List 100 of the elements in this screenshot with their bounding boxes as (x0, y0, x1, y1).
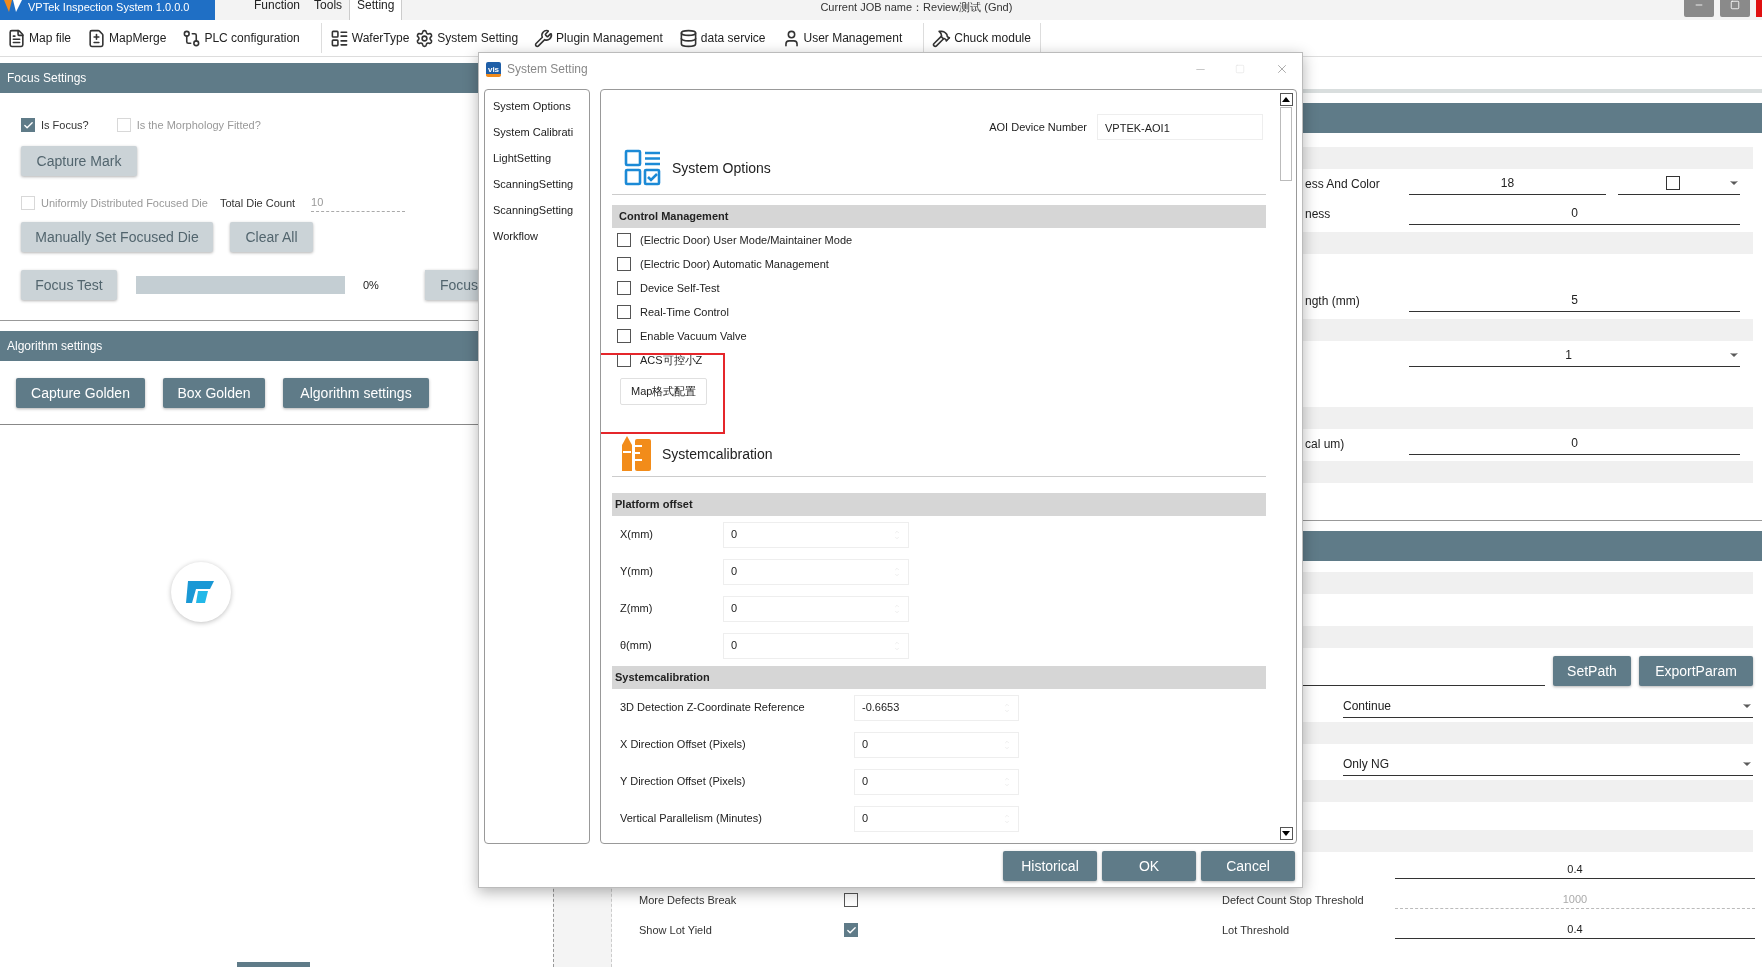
group-header: Systemcalibration (612, 666, 1266, 689)
input-field[interactable]: 18 (1409, 174, 1606, 195)
checkbox[interactable] (617, 281, 631, 295)
list-icon (329, 28, 349, 48)
button[interactable]: OK (1102, 851, 1196, 881)
checkbox-label: Uniformly Distributed Focused Die (41, 195, 208, 211)
scrollbar[interactable] (1278, 90, 1294, 843)
checkbox[interactable] (617, 329, 631, 343)
scroll-up-icon[interactable] (1279, 93, 1293, 106)
maximize-button[interactable] (1720, 0, 1750, 17)
field-label: θ(mm) (620, 638, 653, 654)
button[interactable]: Historical (1003, 851, 1097, 881)
scroll-thumb[interactable] (1280, 107, 1292, 181)
dropdown[interactable]: Continue (1343, 697, 1753, 718)
checkbox-label: Is the Morphology Fitted? (136, 117, 261, 133)
field-label: ngth (mm) (1305, 294, 1360, 308)
ruler-pencil-icon (620, 435, 652, 473)
logo-icon (4, 0, 22, 12)
checkbox[interactable] (21, 118, 35, 132)
input-field[interactable]: 0.4 (1395, 861, 1755, 879)
checkbox[interactable] (617, 305, 631, 319)
checklist-icon (624, 149, 662, 187)
field-label: AOI Device Number (989, 119, 1087, 135)
field-label: 3D Detection Z-Coordinate Reference (620, 700, 806, 716)
hammer-icon (932, 28, 952, 48)
nav-item[interactable]: ScanningSetting (493, 200, 589, 220)
field-label: ess And Color (1305, 177, 1380, 191)
number-field[interactable]: 0 (723, 595, 909, 622)
branch-icon (182, 28, 202, 48)
color-dropdown[interactable] (1618, 174, 1740, 195)
number-field[interactable]: 0 (854, 768, 1019, 795)
toolbar-button[interactable]: Plugin Management (531, 23, 666, 53)
nav-item[interactable]: System Options (493, 96, 589, 116)
checkbox-label: More Defects Break (639, 892, 738, 908)
app-badge: vis (486, 61, 501, 77)
input-field[interactable]: 0 (1409, 434, 1740, 455)
menu-item[interactable]: Function (247, 0, 308, 20)
minimize-button[interactable] (1684, 0, 1714, 17)
menu-item[interactable]: Setting (349, 0, 403, 20)
checkbox[interactable] (617, 257, 631, 271)
checkbox[interactable] (844, 923, 858, 937)
checkbox-label: (Electric Door) User Mode/Maintainer Mode (640, 232, 853, 248)
number-field[interactable]: 0 (723, 632, 909, 659)
nav-item[interactable]: LightSetting (493, 148, 589, 168)
close-icon[interactable] (1275, 62, 1289, 76)
tools-icon (534, 28, 554, 48)
toolbar-button[interactable]: MapMerge (84, 23, 170, 53)
checkbox-label: Real-Time Control (640, 304, 729, 320)
field-label: Vertical Parallelism (Minutes) (620, 811, 763, 827)
toolbar-button[interactable]: WaferType (320, 23, 413, 53)
group-header: Control Management (612, 205, 1266, 228)
checkbox[interactable] (617, 233, 631, 247)
toolbar-button[interactable]: User Management (778, 23, 906, 53)
menu-item[interactable]: Tools (307, 0, 350, 20)
button[interactable]: Box Golden (163, 378, 265, 408)
field-label: X Direction Offset (Pixels) (620, 737, 747, 753)
input-field[interactable]: VPTEK-AOI1 (1097, 114, 1263, 140)
field-label: Total Die Count (219, 195, 296, 211)
gear-icon (415, 28, 435, 48)
number-field[interactable]: 0 (723, 521, 909, 548)
number-field[interactable]: -0.6653 (854, 694, 1019, 721)
button[interactable]: Algorithm settings (283, 378, 429, 408)
nav-item[interactable]: ScanningSetting (493, 174, 589, 194)
dropdown[interactable]: Only NG (1343, 755, 1753, 776)
field-label: Y(mm) (620, 564, 654, 580)
progress-value: 0% (363, 277, 379, 293)
checkbox[interactable] (844, 893, 858, 907)
group-header: Platform offset (612, 493, 1266, 516)
button[interactable]: Capture Golden (16, 378, 145, 408)
close-button[interactable] (1756, 0, 1762, 17)
map-format-button[interactable]: Map格式配置 (620, 378, 708, 405)
number-field[interactable]: 0 (723, 558, 909, 585)
field-label: ness (1305, 207, 1331, 221)
field-label: X(mm) (620, 527, 654, 543)
nav-item[interactable]: System Calibrati (493, 122, 589, 142)
input-field[interactable]: 5 (1409, 291, 1740, 312)
job-name: Current JOB name：Review测试 (Gnd) (820, 0, 1013, 14)
toolbar-button[interactable]: PLC configuration (179, 23, 303, 53)
button[interactable]: SetPath (1553, 656, 1631, 686)
dropdown[interactable]: 1 (1409, 346, 1740, 367)
toolbar-button[interactable]: Map file (4, 23, 75, 53)
section-title: System Options (672, 158, 771, 178)
checkbox-label: Show Lot Yield (639, 922, 713, 938)
checkbox-label: Is Focus? (41, 117, 89, 133)
number-field[interactable]: 0 (854, 731, 1019, 758)
scroll-down-icon[interactable] (1279, 827, 1293, 840)
nav-item[interactable]: Workflow (493, 226, 589, 246)
color-swatch-icon (1666, 176, 1680, 190)
button[interactable]: Cancel (1201, 851, 1295, 881)
section-title: Systemcalibration (662, 444, 773, 464)
number-field[interactable]: 0 (854, 805, 1019, 832)
toolbar-button[interactable]: System Setting (412, 23, 522, 53)
partial-button[interactable] (237, 962, 310, 967)
document-compare-icon (87, 28, 107, 48)
maximize-icon (1730, 0, 1740, 10)
file-icon (7, 28, 26, 48)
toolbar-button[interactable]: data service (675, 23, 769, 53)
input-field[interactable]: 0.4 (1395, 921, 1755, 939)
input-field[interactable]: 0 (1409, 204, 1740, 225)
button[interactable]: ExportParam (1639, 656, 1753, 686)
